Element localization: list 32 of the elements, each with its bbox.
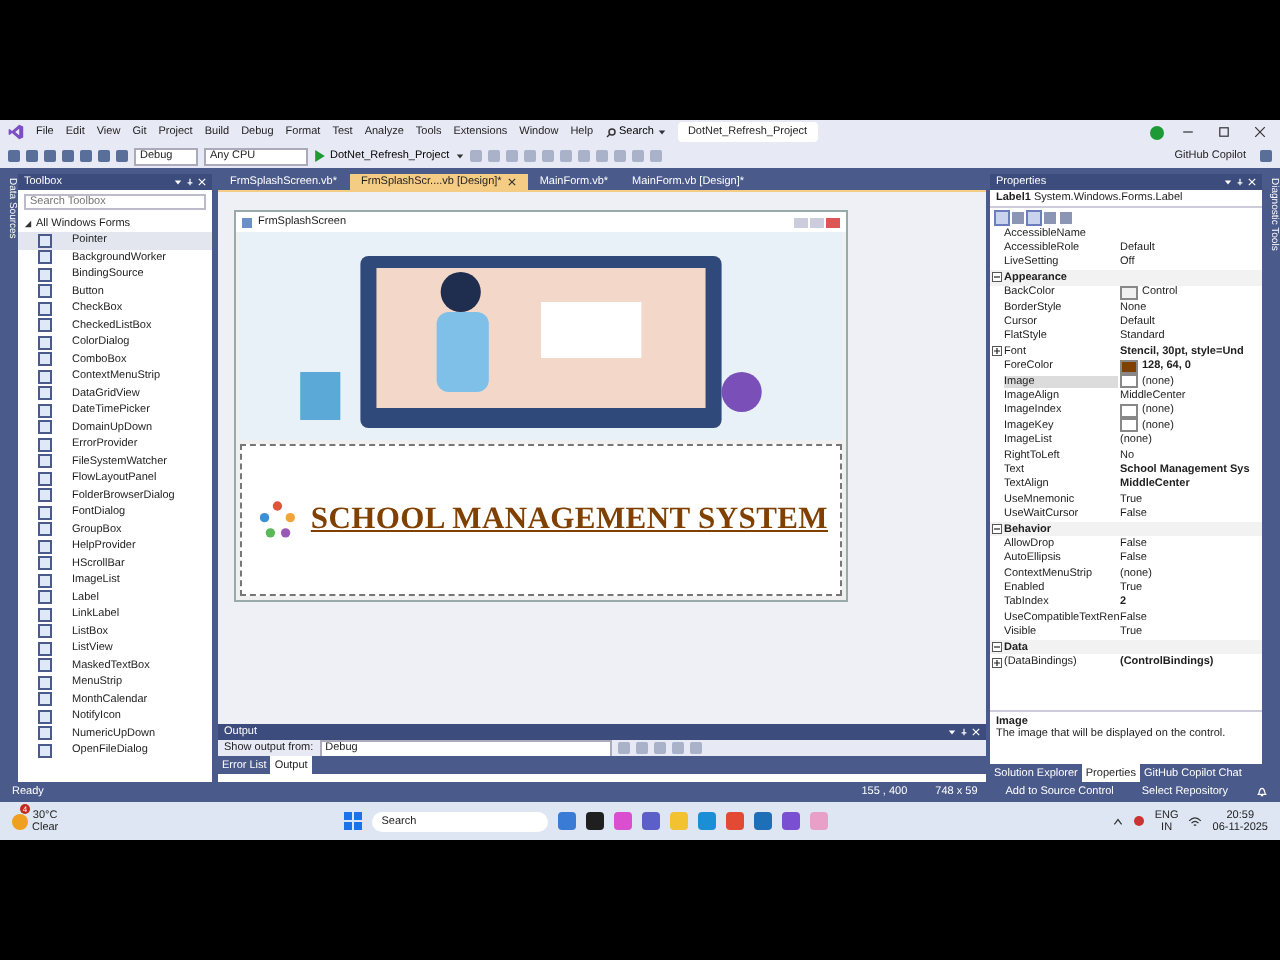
window-buttons-icon	[794, 217, 840, 227]
minimize-icon[interactable]	[1182, 126, 1194, 138]
weather-icon	[12, 813, 28, 829]
chevron-icon[interactable]	[1112, 815, 1125, 827]
caret-icon[interactable]	[455, 152, 464, 160]
close-icon[interactable]	[507, 178, 516, 186]
wifi-icon[interactable]	[1188, 815, 1203, 827]
collapse-icon[interactable]	[992, 642, 1002, 653]
tray-icon[interactable]	[1134, 816, 1145, 826]
pin-icon[interactable]	[960, 728, 968, 736]
collapse-icon[interactable]	[24, 219, 32, 227]
avatar-icon[interactable]	[1150, 125, 1164, 139]
form-icon	[242, 217, 252, 227]
caret-icon[interactable]	[657, 128, 666, 136]
close-icon[interactable]	[1254, 126, 1266, 138]
caret-icon[interactable]	[174, 178, 182, 186]
expand-icon[interactable]	[992, 346, 1002, 357]
caret-icon[interactable]	[948, 728, 956, 736]
expand-icon[interactable]	[992, 657, 1002, 668]
label-text: SCHOOL MANAGEMENT SYSTEM	[310, 502, 828, 538]
caret-icon[interactable]	[1224, 178, 1232, 186]
logo-icon	[8, 124, 24, 140]
play-icon	[314, 150, 326, 162]
start-icon[interactable]	[343, 812, 362, 830]
maximize-icon[interactable]	[1218, 126, 1230, 138]
pin-icon[interactable]	[186, 178, 194, 186]
search-icon	[605, 127, 616, 137]
collapse-icon[interactable]	[992, 272, 1002, 283]
bell-icon[interactable]	[1256, 786, 1268, 798]
collapse-icon[interactable]	[992, 524, 1002, 534]
pin-icon[interactable]	[1236, 178, 1244, 186]
label-control[interactable]: SCHOOL MANAGEMENT SYSTEM	[240, 444, 842, 596]
